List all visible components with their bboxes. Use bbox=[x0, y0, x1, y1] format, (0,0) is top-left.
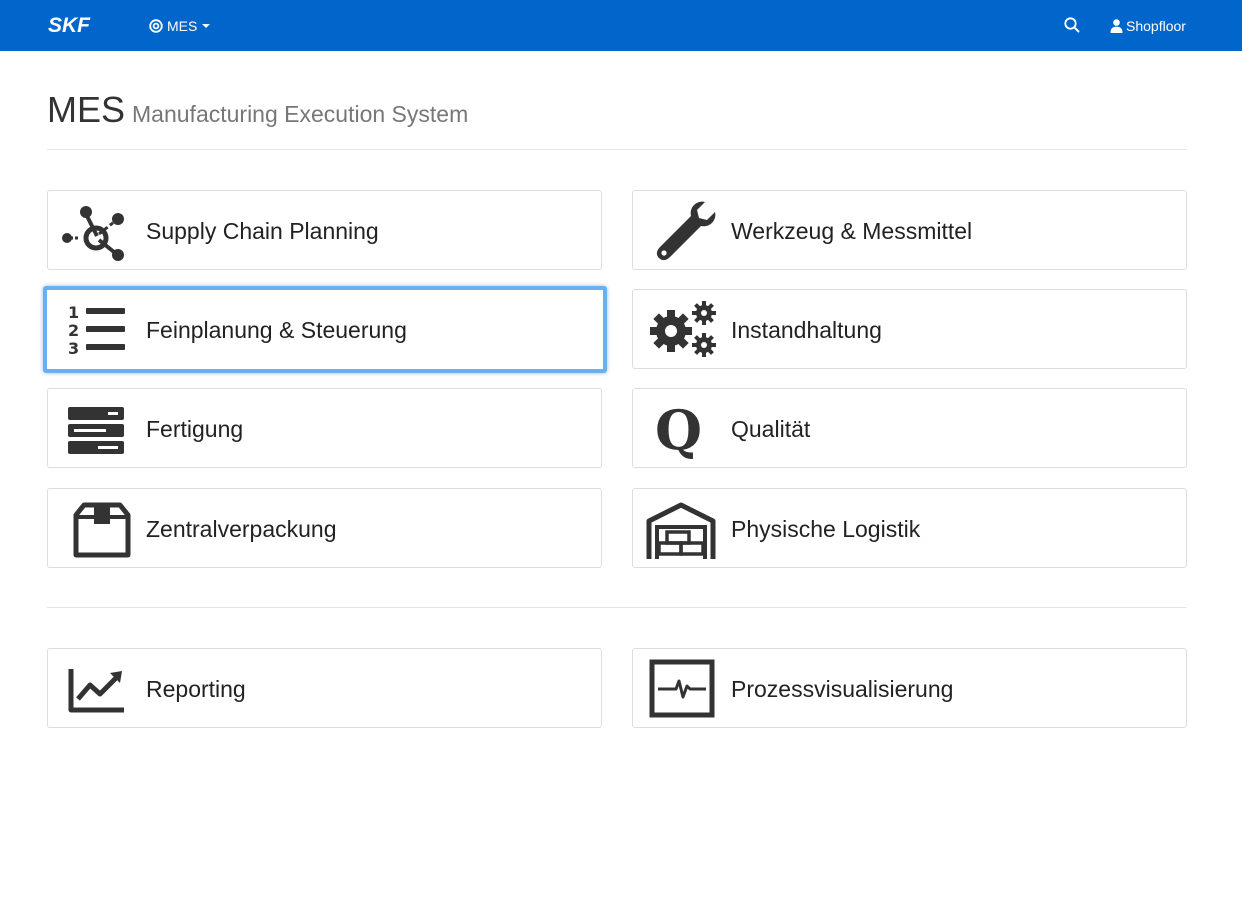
mes-menu-dropdown[interactable]: MES bbox=[149, 0, 211, 51]
mes-menu-label: MES bbox=[167, 17, 198, 34]
tile-physische-logistik[interactable]: Physische Logistik bbox=[632, 488, 1187, 568]
tile-reporting[interactable]: Reporting bbox=[47, 648, 602, 728]
server-stack-icon bbox=[58, 397, 134, 459]
warehouse-icon bbox=[643, 497, 719, 559]
gears-icon bbox=[643, 298, 719, 360]
tile-label: Werkzeug & Messmittel bbox=[731, 218, 973, 244]
user-name-label: Shopfloor bbox=[1126, 17, 1186, 34]
svg-text:Q: Q bbox=[655, 398, 702, 459]
pulse-monitor-icon bbox=[643, 657, 719, 719]
caret-down-icon bbox=[202, 23, 211, 28]
tile-label: Prozessvisualisierung bbox=[731, 676, 954, 702]
user-icon bbox=[1110, 18, 1123, 33]
svg-text:2: 2 bbox=[68, 321, 79, 340]
tile-label: Zentralverpackung bbox=[146, 516, 337, 542]
page-title: MES bbox=[47, 89, 126, 130]
target-icon bbox=[149, 18, 163, 33]
tile-supply-chain-planning[interactable]: Supply Chain Planning bbox=[47, 190, 602, 270]
tile-fertigung[interactable]: Fertigung bbox=[47, 388, 602, 468]
tile-werkzeug-messmittel[interactable]: Werkzeug & Messmittel bbox=[632, 190, 1187, 270]
wrench-icon bbox=[643, 199, 719, 261]
tile-label: Reporting bbox=[146, 676, 246, 702]
tile-label: Qualität bbox=[731, 416, 811, 442]
tile-label: Feinplanung & Steuerung bbox=[146, 317, 407, 343]
section-divider bbox=[47, 607, 1187, 608]
tile-prozessvisualisierung[interactable]: Prozessvisualisierung bbox=[632, 648, 1187, 728]
svg-text:3: 3 bbox=[68, 339, 79, 358]
page-subtitle: Manufacturing Execution System bbox=[132, 101, 469, 127]
tile-label: Instandhaltung bbox=[731, 317, 882, 343]
line-chart-icon bbox=[58, 657, 134, 719]
svg-text:SKF: SKF bbox=[48, 15, 91, 35]
tile-label: Physische Logistik bbox=[731, 516, 921, 542]
tile-zentralverpackung[interactable]: Zentralverpackung bbox=[47, 488, 602, 568]
quality-q-icon: Q bbox=[643, 397, 719, 459]
top-navbar: SKF MES Shopfloor bbox=[0, 0, 1242, 51]
svg-text:1: 1 bbox=[68, 303, 79, 322]
tile-instandhaltung[interactable]: Instandhaltung bbox=[632, 289, 1187, 369]
search-icon[interactable] bbox=[1063, 16, 1081, 34]
tile-label: Supply Chain Planning bbox=[146, 218, 379, 244]
package-box-icon bbox=[58, 497, 134, 559]
tile-label: Fertigung bbox=[146, 416, 244, 442]
page-header: MES Manufacturing Execution System bbox=[47, 90, 1187, 150]
network-nodes-icon bbox=[58, 199, 134, 261]
tile-feinplanung-steuerung[interactable]: 1 2 3 Feinplanung & Steuerung bbox=[43, 286, 607, 373]
skf-logo-icon: SKF bbox=[48, 15, 91, 35]
skf-logo[interactable]: SKF bbox=[48, 15, 122, 35]
user-menu[interactable]: Shopfloor bbox=[1110, 0, 1186, 51]
numbered-list-icon: 1 2 3 bbox=[57, 297, 133, 359]
tile-qualitaet[interactable]: Q Qualität bbox=[632, 388, 1187, 468]
